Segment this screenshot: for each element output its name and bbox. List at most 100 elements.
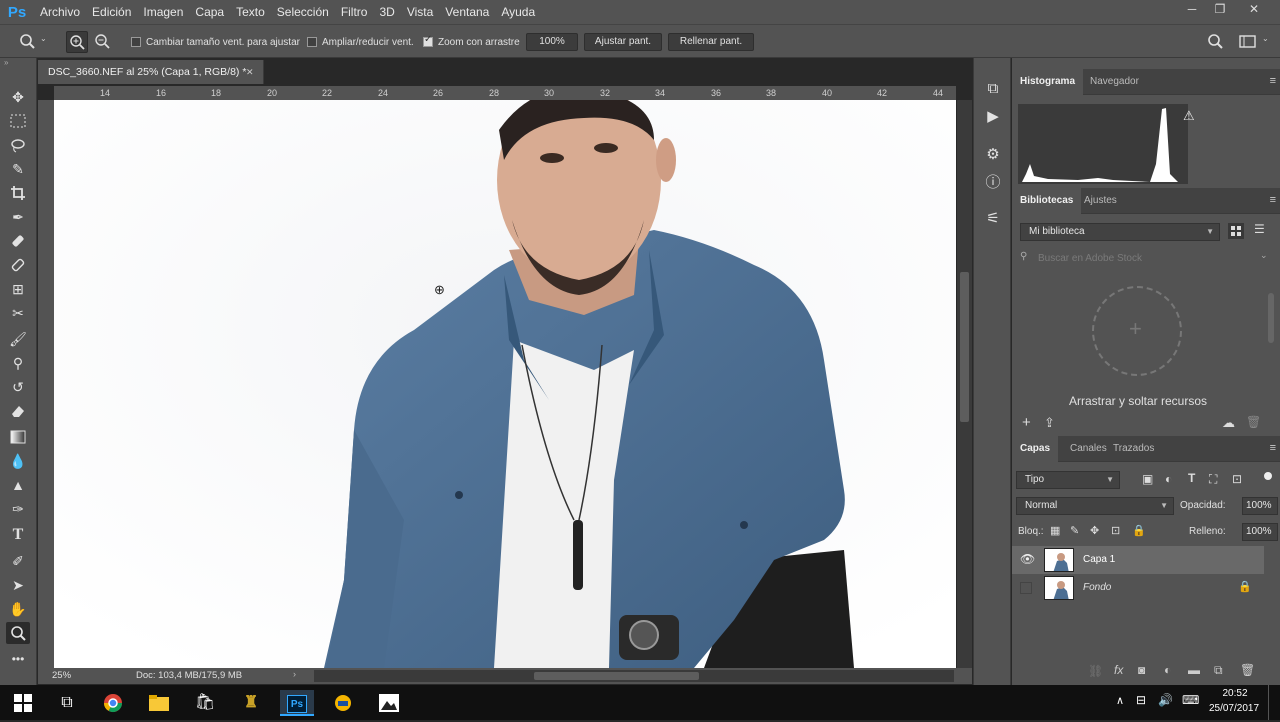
add-asset-icon[interactable]: + — [1022, 414, 1031, 431]
fill-screen-button[interactable]: Rellenar pant. — [668, 33, 754, 51]
eye-icon[interactable]: 👁 — [1020, 552, 1035, 566]
tab-ajustes[interactable]: Ajustes — [1076, 188, 1125, 214]
properties-icon[interactable]: ⚙ — [982, 144, 1004, 166]
crop-tool-icon[interactable] — [6, 182, 30, 204]
type-filter-icon[interactable]: T — [1188, 471, 1195, 485]
grid-view-icon[interactable] — [1228, 223, 1244, 239]
visibility-toggle[interactable] — [1020, 582, 1032, 594]
tab-trazados[interactable]: Trazados — [1105, 436, 1162, 462]
filter-toggle[interactable] — [1264, 472, 1272, 480]
list-view-icon[interactable]: ☰ — [1254, 222, 1265, 236]
restore-button[interactable]: ❐ — [1206, 0, 1234, 20]
layer-name[interactable]: Capa 1 — [1083, 554, 1115, 565]
history-brush-tool-icon[interactable]: ↺ — [6, 376, 30, 398]
workspace-icon[interactable] — [1239, 35, 1257, 49]
menu-texto[interactable]: Texto — [230, 0, 271, 24]
drop-zone[interactable]: + — [1092, 286, 1182, 376]
red-eye-tool-icon[interactable]: ✂ — [6, 302, 30, 324]
menu-imagen[interactable]: Imagen — [137, 0, 189, 24]
layer-row-fondo[interactable]: Fondo 🔒 — [1012, 574, 1264, 602]
upload-icon[interactable]: ⇪ — [1044, 415, 1055, 431]
panel-menu-icon[interactable]: ≡ — [1270, 194, 1276, 206]
clock-time[interactable]: 20:52 — [1212, 688, 1258, 699]
chevron-down-icon[interactable]: ⌄ — [40, 34, 47, 43]
minimize-button[interactable]: ─ — [1178, 0, 1206, 20]
menu-edicion[interactable]: Edición — [86, 0, 137, 24]
adjustment-filter-icon[interactable]: ◐ — [1165, 472, 1172, 486]
tab-capas[interactable]: Capas — [1012, 436, 1059, 462]
show-desktop-button[interactable] — [1268, 685, 1274, 720]
layer-filter-select[interactable]: Tipo ▼ — [1016, 471, 1120, 489]
lock-position-icon[interactable]: ✥ — [1090, 524, 1099, 537]
library-select[interactable]: Mi biblioteca ▼ — [1020, 223, 1220, 241]
more-tools-icon[interactable]: ••• — [6, 648, 30, 670]
opacity-field[interactable]: 100% — [1242, 497, 1278, 515]
pixel-filter-icon[interactable]: ▣ — [1142, 472, 1153, 486]
menu-3d[interactable]: 3D — [373, 0, 400, 24]
document-tab[interactable]: DSC_3660.NEF al 25% (Capa 1, RGB/8) * ✕ — [38, 60, 264, 84]
panel-menu-icon[interactable]: ≡ — [1270, 75, 1276, 87]
layer-row-capa-1[interactable]: 👁 Capa 1 — [1012, 546, 1264, 574]
styles-icon[interactable]: ⚟ — [982, 208, 1004, 230]
zoom-out-button[interactable] — [92, 31, 114, 53]
volume-icon[interactable]: 🔊 — [1158, 693, 1173, 707]
quick-select-tool-icon[interactable]: ✎ — [6, 158, 30, 180]
menu-archivo[interactable]: Archivo — [34, 0, 86, 24]
blur-tool-icon[interactable]: 💧 — [6, 450, 30, 472]
resize-windows-checkbox[interactable] — [131, 37, 141, 47]
shape-filter-icon[interactable]: ⛶ — [1209, 472, 1217, 487]
vertical-scrollbar[interactable] — [957, 100, 972, 668]
smart-object-filter-icon[interactable]: ⊡ — [1232, 472, 1242, 486]
stock-search[interactable]: ⚲ Buscar en Adobe Stock ⌄ — [1018, 250, 1276, 268]
zoom-in-button[interactable] — [66, 31, 88, 53]
close-window-button[interactable]: ✕ — [1240, 0, 1268, 20]
info-icon[interactable]: ⓘ — [982, 172, 1004, 194]
zoom-all-windows-checkbox[interactable] — [307, 37, 317, 47]
marquee-tool-icon[interactable] — [6, 110, 30, 132]
delete-icon[interactable]: 🗑 — [1246, 415, 1261, 429]
library-scrollbar[interactable] — [1268, 293, 1274, 343]
lock-pixels-icon[interactable]: ✎ — [1070, 524, 1079, 537]
chevron-down-icon[interactable]: ⌄ — [1262, 34, 1269, 43]
tab-navegador[interactable]: Navegador — [1082, 69, 1147, 95]
menu-ventana[interactable]: Ventana — [439, 0, 495, 24]
keyboard-icon[interactable]: ⌨ — [1182, 693, 1199, 707]
clock-date[interactable]: 25/07/2017 — [1206, 703, 1262, 714]
menu-vista[interactable]: Vista — [401, 0, 439, 24]
app-icon[interactable]: ♜ — [234, 690, 268, 716]
zoom-tool-icon[interactable] — [6, 622, 30, 644]
scrubby-zoom-checkbox[interactable] — [423, 34, 433, 47]
patch-tool-icon[interactable] — [6, 254, 30, 276]
chrome-icon[interactable] — [96, 690, 130, 716]
status-arrow-icon[interactable]: › — [293, 669, 296, 679]
warning-icon[interactable]: ⚠ — [1183, 108, 1195, 124]
layer-name[interactable]: Fondo — [1083, 582, 1111, 593]
healing-brush-tool-icon[interactable] — [6, 230, 30, 252]
store-icon[interactable]: 🛍 — [188, 690, 222, 716]
tab-histograma[interactable]: Histograma — [1012, 69, 1084, 95]
menu-filtro[interactable]: Filtro — [335, 0, 374, 24]
group-icon[interactable]: ▬ — [1188, 663, 1200, 677]
dodge-tool-icon[interactable]: ▲ — [6, 474, 30, 496]
pen-tool-icon[interactable]: ✑ — [6, 498, 30, 520]
show-hidden-icons-icon[interactable]: ∧ — [1116, 694, 1124, 707]
clone-stamp-tool-icon[interactable]: ⚲ — [6, 352, 30, 374]
eyedropper-tool-icon[interactable]: ✒ — [6, 206, 30, 228]
menu-seleccion[interactable]: Selección — [271, 0, 335, 24]
fx-icon[interactable]: fx — [1114, 663, 1123, 677]
fill-field[interactable]: 100% — [1242, 523, 1278, 541]
lock-all-icon[interactable]: 🔒 — [1132, 524, 1146, 537]
tab-bibliotecas[interactable]: Bibliotecas — [1012, 188, 1082, 214]
eraser-tool-icon[interactable] — [6, 400, 30, 422]
brush-tool-icon[interactable]: 🖌 — [6, 328, 30, 350]
network-icon[interactable]: ⊟ — [1136, 693, 1146, 707]
blend-mode-select[interactable]: Normal ▼ — [1016, 497, 1174, 515]
close-document-icon[interactable]: ✕ — [246, 60, 254, 84]
task-view-icon[interactable]: ⧉ — [50, 690, 84, 716]
menu-capa[interactable]: Capa — [189, 0, 230, 24]
panel-menu-icon[interactable]: ≡ — [1270, 442, 1276, 454]
type-tool-icon[interactable]: T — [6, 524, 30, 546]
menu-ayuda[interactable]: Ayuda — [495, 0, 541, 24]
add-mask-icon[interactable]: ◙ — [1138, 663, 1145, 677]
link-layers-icon[interactable]: ⛓ — [1088, 664, 1103, 678]
